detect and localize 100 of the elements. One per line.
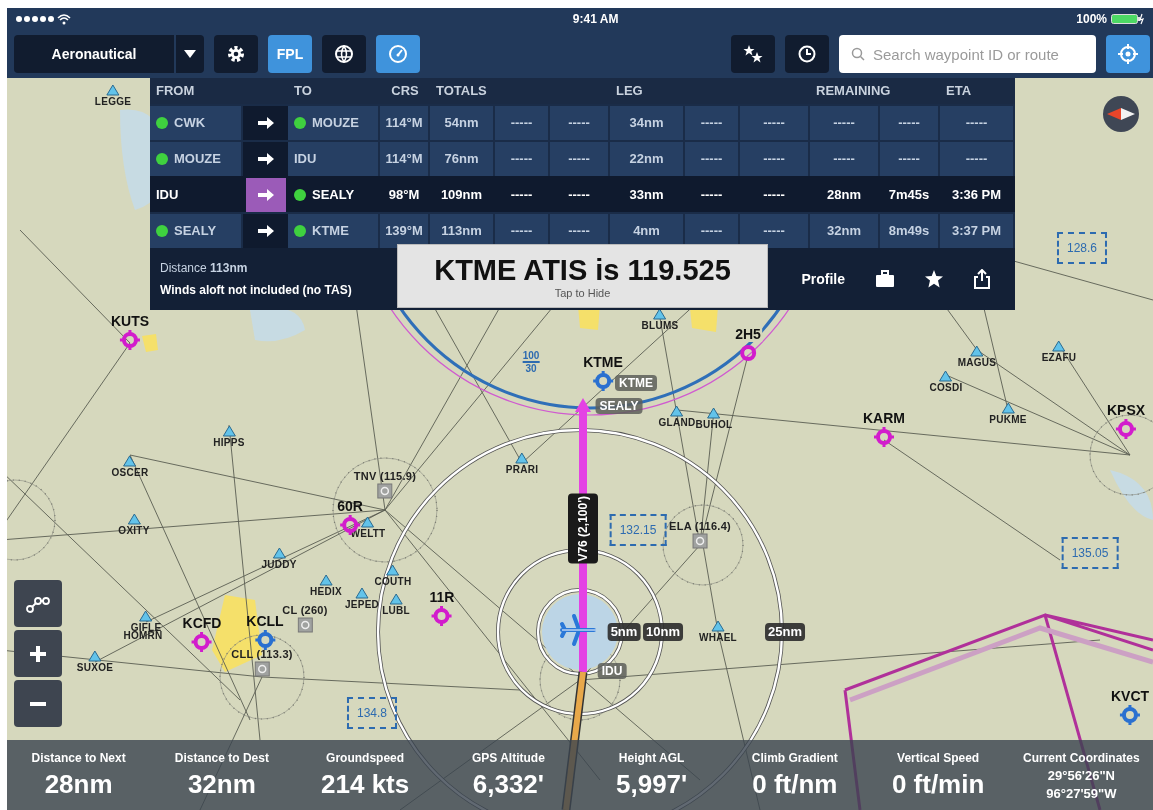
- waypoint-label: LUBL: [382, 605, 410, 617]
- route-waypoint-tag: SEALY: [595, 398, 643, 414]
- waypoint-label: MAGUS: [957, 357, 997, 369]
- profile-button[interactable]: Profile: [801, 268, 845, 290]
- table-row[interactable]: IDU SEALY 98°M 109nm ----- ----- 33nm ----- ----- 28nm 7m45s 3:36 PM: [150, 176, 1015, 212]
- waypoint-triangle-icon: [1052, 340, 1066, 352]
- waypoint-label: GLAND: [658, 417, 696, 429]
- table-row[interactable]: MOUZE IDU 114°M 76nm ----- ----- 22nm ----- ----- ----- ----- -----: [150, 140, 1015, 176]
- stat-label: Climb Gradient: [751, 750, 838, 767]
- airport-label: KVCT: [1110, 688, 1150, 704]
- dropdown-button[interactable]: [176, 35, 204, 73]
- briefcase-icon[interactable]: [875, 270, 895, 288]
- stat-value: 29°56'26"N: [1047, 767, 1115, 785]
- table-cell-text: SEALY: [174, 222, 217, 241]
- atis-popup[interactable]: KTME ATIS is 119.525 Tap to Hide: [397, 244, 768, 308]
- waypoint-label: COSDI: [929, 382, 963, 394]
- table-cell-text: SEALY: [312, 186, 355, 205]
- table-cell-text: 54nm: [444, 114, 479, 133]
- table-cell-text: -----: [510, 150, 533, 169]
- waypoint-triangle-icon: [670, 405, 684, 417]
- airport-icon: [1115, 418, 1137, 440]
- stat-value: 6,332': [472, 768, 544, 801]
- altitude-label: 30: [525, 363, 537, 374]
- stat-label: Vertical Speed: [897, 750, 980, 767]
- frequency-box: 132.15: [609, 514, 667, 546]
- waypoint-label: LEGGE: [94, 96, 132, 108]
- column-header: TOTALS: [436, 82, 487, 101]
- stat-label: Height AGL: [618, 750, 685, 767]
- table-cell-text: 3:37 PM: [951, 222, 1002, 241]
- stat-label: Distance to Next: [31, 750, 126, 767]
- column-header: TO: [294, 82, 312, 101]
- table-cell-text: 34nm: [629, 114, 664, 133]
- table-cell-text: -----: [833, 114, 855, 133]
- airport-label: KCLL: [246, 613, 284, 629]
- gear-icon[interactable]: [226, 44, 246, 64]
- table-cell-text: -----: [763, 186, 785, 205]
- star-icon[interactable]: [925, 270, 943, 288]
- airport-icon: [254, 629, 276, 651]
- waypoint-triangle-icon: [355, 587, 369, 599]
- globe-icon[interactable]: [334, 44, 354, 64]
- table-cell-text: -----: [568, 150, 590, 169]
- navaid-icon: [692, 533, 708, 549]
- navaid-icon: [297, 617, 313, 633]
- table-cell-text: 113nm: [441, 222, 482, 241]
- range-ring-label: 5nm: [607, 623, 641, 641]
- navaid-label: CL (260): [282, 604, 328, 616]
- stat-value: 5,997': [616, 768, 688, 801]
- waypoint-label: HOMRN: [123, 630, 163, 642]
- locate-button[interactable]: [1106, 35, 1150, 73]
- search-icon: [851, 47, 865, 61]
- waypoint-label: BUHOL: [695, 419, 733, 431]
- crosshair-icon: [1118, 44, 1138, 64]
- lake: [1110, 470, 1153, 520]
- table-cell-text: 28nm: [827, 186, 861, 205]
- battery-icon: [1111, 13, 1145, 25]
- compass-icon[interactable]: [1102, 95, 1140, 133]
- waypoint-label: JEPED: [345, 599, 379, 611]
- gauge-icon[interactable]: [388, 44, 408, 64]
- airplane-icon: [560, 614, 597, 646]
- table-cell-text: 76nm: [444, 150, 479, 169]
- arrow-right-icon: [256, 224, 275, 238]
- airway-label: V76 (2,100'): [568, 494, 598, 564]
- table-cell-text: -----: [700, 114, 723, 133]
- table-row[interactable]: SEALY KTME 139°M 113nm ----- ----- 4nm ----- ----- 32nm 8m49s 3:37 PM: [150, 212, 1015, 248]
- navaid-label: ELA (116.4): [669, 520, 731, 533]
- stat-label: GPS Altitude: [471, 750, 545, 767]
- table-cell-text: 33nm: [629, 186, 664, 205]
- route-button[interactable]: [14, 580, 62, 627]
- stat-value: 28nm: [44, 768, 113, 801]
- airport-icon: [191, 631, 213, 653]
- table-cell-text: 114°M: [385, 150, 423, 169]
- stars-icon[interactable]: [743, 44, 763, 64]
- waypoint-triangle-icon: [139, 610, 153, 622]
- share-icon[interactable]: [973, 269, 991, 289]
- zoom-out-button[interactable]: [14, 680, 62, 727]
- urban-area: [142, 334, 158, 352]
- zoom-in-button[interactable]: [14, 630, 62, 677]
- table-cell-text: CWK: [174, 114, 206, 133]
- waypoint-triangle-icon: [88, 650, 102, 662]
- column-header: REMAINING: [816, 82, 891, 101]
- altitude-label: 100: [522, 350, 540, 363]
- arrow-right-icon: [256, 152, 275, 166]
- airport-label: 11R: [429, 589, 455, 605]
- map-mode-dropdown[interactable]: Aeronautical: [14, 35, 174, 73]
- waypoint-label: HIPPS: [213, 437, 245, 449]
- table-cell-text: 8m49s: [888, 222, 930, 241]
- lake: [250, 307, 305, 342]
- airport-ring-icon: [737, 342, 759, 364]
- leg-arrow-button[interactable]: [245, 178, 286, 212]
- airport-icon: [119, 329, 141, 351]
- waypoint-label: OXITY: [118, 525, 150, 537]
- waypoint-triangle-icon: [515, 452, 529, 464]
- airport-label: KCFD: [182, 615, 222, 631]
- clock-icon[interactable]: [797, 44, 817, 64]
- column-header: ETA: [946, 82, 972, 101]
- table-cell-text: -----: [700, 186, 723, 205]
- waypoint-label: COUTH: [374, 576, 412, 588]
- column-header: LEG: [616, 82, 643, 101]
- table-row[interactable]: CWK MOUZE 114°M 54nm ----- ----- 34nm ----- ----- ----- ----- -----: [150, 104, 1015, 140]
- winds-aloft-note: Winds aloft not included (no TAS): [160, 282, 352, 299]
